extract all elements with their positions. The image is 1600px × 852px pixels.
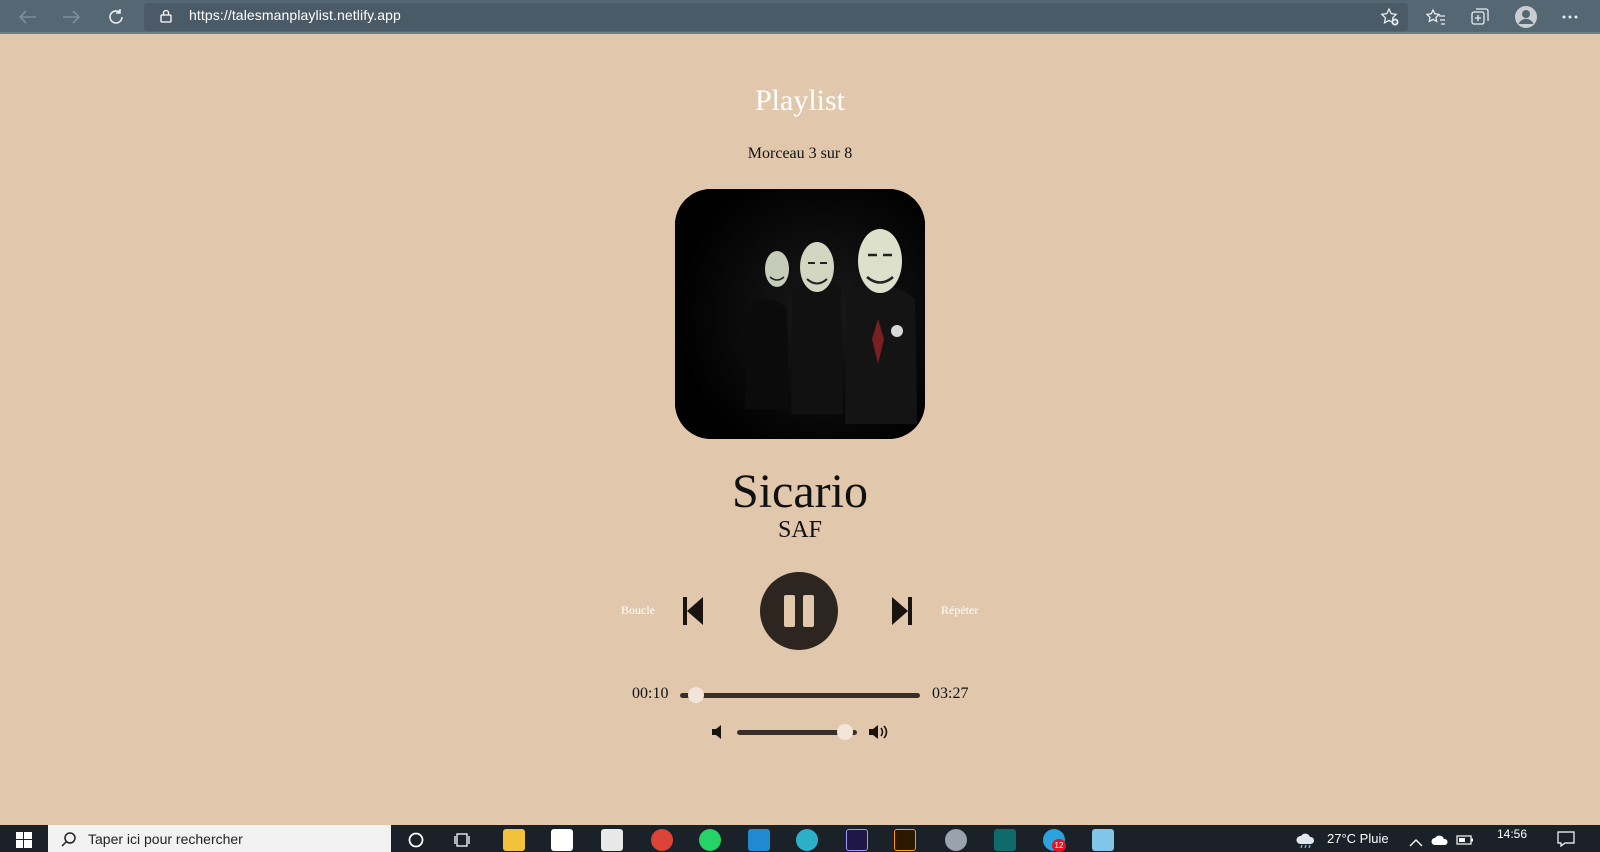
- address-bar[interactable]: https://talesmanplaylist.netlify.app: [144, 3, 1408, 31]
- search-icon: [61, 831, 77, 852]
- playlist-heading: Playlist: [754, 84, 845, 117]
- artist-name: SAF: [777, 517, 823, 543]
- onedrive-icon[interactable]: [1431, 833, 1449, 851]
- repeat-button[interactable]: Répéter: [941, 603, 978, 618]
- forward-button[interactable]: [58, 5, 84, 29]
- url-text: https://talesmanplaylist.netlify.app: [189, 7, 401, 23]
- vscode-icon[interactable]: [748, 829, 770, 851]
- after-effects-icon[interactable]: [846, 829, 868, 851]
- weather-icon[interactable]: [1295, 830, 1317, 852]
- add-favorite-icon[interactable]: [1380, 7, 1400, 32]
- browser-toolbar: https://talesmanplaylist.netlify.app: [0, 0, 1600, 34]
- more-menu-icon[interactable]: [1557, 5, 1583, 29]
- track-counter: Morceau 3 sur 8: [747, 145, 853, 162]
- refresh-button[interactable]: [103, 5, 129, 29]
- cortana-icon[interactable]: [408, 832, 424, 852]
- pause-icon: [784, 595, 795, 627]
- next-track-button[interactable]: [890, 595, 918, 627]
- lock-icon: [160, 9, 172, 28]
- volume-low-icon[interactable]: [711, 724, 727, 745]
- clock-time[interactable]: 14:56: [1497, 813, 1527, 842]
- profile-avatar[interactable]: [1513, 5, 1539, 29]
- whatsapp-icon[interactable]: [699, 829, 721, 851]
- track-title: Sicario: [732, 465, 868, 518]
- weather-text[interactable]: 27°C Pluie: [1327, 831, 1389, 846]
- album-cover: [675, 189, 925, 439]
- volume-slider[interactable]: [737, 724, 857, 740]
- current-time: 00:10: [632, 685, 669, 702]
- illustrator-icon[interactable]: [894, 829, 916, 851]
- collections-icon[interactable]: [1467, 5, 1493, 29]
- file-explorer-icon[interactable]: [503, 829, 525, 851]
- chrome-icon[interactable]: [651, 829, 673, 851]
- progress-thumb[interactable]: [688, 687, 704, 703]
- notification-badge: 12: [1052, 839, 1066, 852]
- favorites-icon[interactable]: [1423, 5, 1449, 29]
- app-icon[interactable]: [945, 829, 967, 851]
- chevron-up-icon[interactable]: [1409, 834, 1423, 852]
- duration: 03:27: [932, 685, 969, 702]
- pause-button[interactable]: [760, 572, 838, 650]
- volume-thumb[interactable]: [837, 724, 853, 740]
- battery-icon[interactable]: [1456, 833, 1474, 851]
- edge-icon[interactable]: [796, 829, 818, 851]
- task-view-icon[interactable]: [454, 831, 472, 852]
- skip-previous-icon: [683, 597, 703, 625]
- back-button[interactable]: [15, 5, 41, 29]
- search-placeholder: Taper ici pour rechercher: [88, 831, 243, 847]
- editor-app-icon[interactable]: [994, 829, 1016, 851]
- progress-slider[interactable]: [680, 687, 920, 703]
- mail-icon[interactable]: [601, 829, 623, 851]
- notes-app-icon[interactable]: [1092, 829, 1114, 851]
- notification-center-icon[interactable]: [1557, 831, 1575, 852]
- taskbar-search[interactable]: Taper ici pour rechercher: [48, 825, 391, 852]
- pause-icon-bar: [803, 595, 814, 627]
- volume-high-icon[interactable]: [868, 723, 890, 746]
- loop-button[interactable]: Boucle: [621, 603, 655, 618]
- previous-track-button[interactable]: [681, 595, 709, 627]
- windows-start-icon[interactable]: [16, 832, 32, 852]
- windows-taskbar: Taper ici pour rechercher 12 27°C Pluie …: [0, 825, 1600, 852]
- skip-next-icon: [892, 597, 912, 625]
- store-icon[interactable]: [551, 829, 573, 851]
